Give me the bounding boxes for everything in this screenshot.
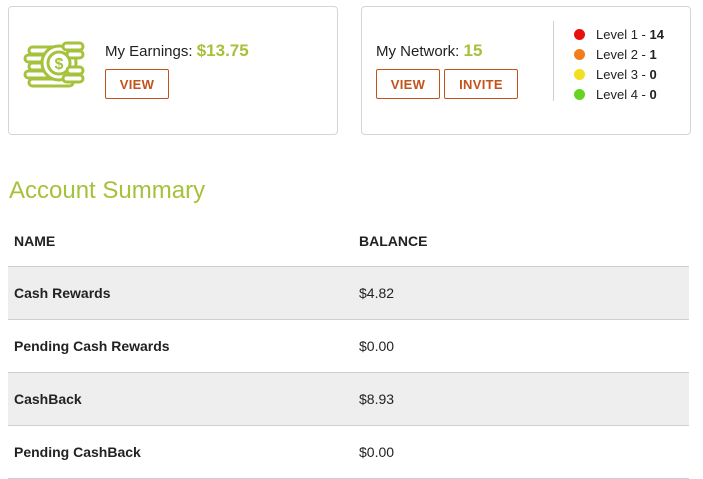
header-balance: BALANCE bbox=[359, 233, 428, 249]
table-row: CashBack $8.93 bbox=[8, 373, 689, 426]
network-label: My Network: 15 bbox=[376, 41, 482, 61]
level-label: Level 3 - bbox=[596, 66, 646, 82]
account-summary-table: NAME BALANCE Cash Rewards $4.82 Pending … bbox=[8, 216, 689, 479]
earnings-amount: $13.75 bbox=[196, 41, 249, 60]
earnings-view-button[interactable]: VIEW bbox=[105, 69, 169, 99]
table-row: Pending CashBack $0.00 bbox=[8, 426, 689, 479]
table-row: Cash Rewards $4.82 bbox=[8, 267, 689, 320]
network-divider bbox=[553, 21, 554, 101]
row-balance: $4.82 bbox=[359, 285, 395, 301]
earnings-label-text: My Earnings: bbox=[105, 43, 193, 60]
level-label: Level 4 - bbox=[596, 86, 646, 102]
network-label-text: My Network: bbox=[376, 43, 460, 60]
svg-text:$: $ bbox=[55, 56, 64, 73]
level-label: Level 2 - bbox=[596, 46, 646, 62]
network-count: 15 bbox=[463, 41, 483, 60]
coins-icon: $ bbox=[23, 41, 85, 88]
table-row: Pending Cash Rewards $0.00 bbox=[8, 320, 689, 373]
level-2-dot bbox=[574, 48, 585, 60]
network-view-button[interactable]: VIEW bbox=[376, 69, 440, 99]
level-3-dot bbox=[574, 68, 585, 80]
level-1-dot bbox=[574, 28, 585, 40]
row-name: Pending CashBack bbox=[14, 444, 141, 460]
account-summary-title: Account Summary bbox=[9, 177, 206, 204]
row-name: Cash Rewards bbox=[14, 285, 111, 301]
level-count: 0 bbox=[649, 66, 657, 82]
level-item: Level 2 - 1 bbox=[574, 44, 664, 64]
row-name: Pending Cash Rewards bbox=[14, 338, 170, 354]
invite-button[interactable]: INVITE bbox=[444, 69, 518, 99]
level-label: Level 1 - bbox=[596, 26, 646, 42]
network-levels-list: Level 1 - 14 Level 2 - 1 Level 3 - 0 Lev… bbox=[574, 24, 664, 104]
level-item: Level 3 - 0 bbox=[574, 64, 664, 84]
level-count: 0 bbox=[649, 86, 657, 102]
earnings-card: $ My Earnings: $13.75 VIEW bbox=[8, 6, 338, 135]
level-item: Level 1 - 14 bbox=[574, 24, 664, 44]
row-balance: $8.93 bbox=[359, 391, 395, 407]
earnings-label: My Earnings: $13.75 bbox=[105, 41, 249, 61]
header-name: NAME bbox=[14, 233, 56, 249]
row-balance: $0.00 bbox=[359, 444, 395, 460]
level-count: 1 bbox=[649, 46, 657, 62]
level-4-dot bbox=[574, 88, 585, 100]
table-header: NAME BALANCE bbox=[8, 216, 689, 267]
level-item: Level 4 - 0 bbox=[574, 84, 664, 104]
network-card: My Network: 15 VIEW INVITE Level 1 - 14 … bbox=[361, 6, 691, 135]
level-count: 14 bbox=[649, 26, 664, 42]
row-balance: $0.00 bbox=[359, 338, 395, 354]
row-name: CashBack bbox=[14, 391, 82, 407]
